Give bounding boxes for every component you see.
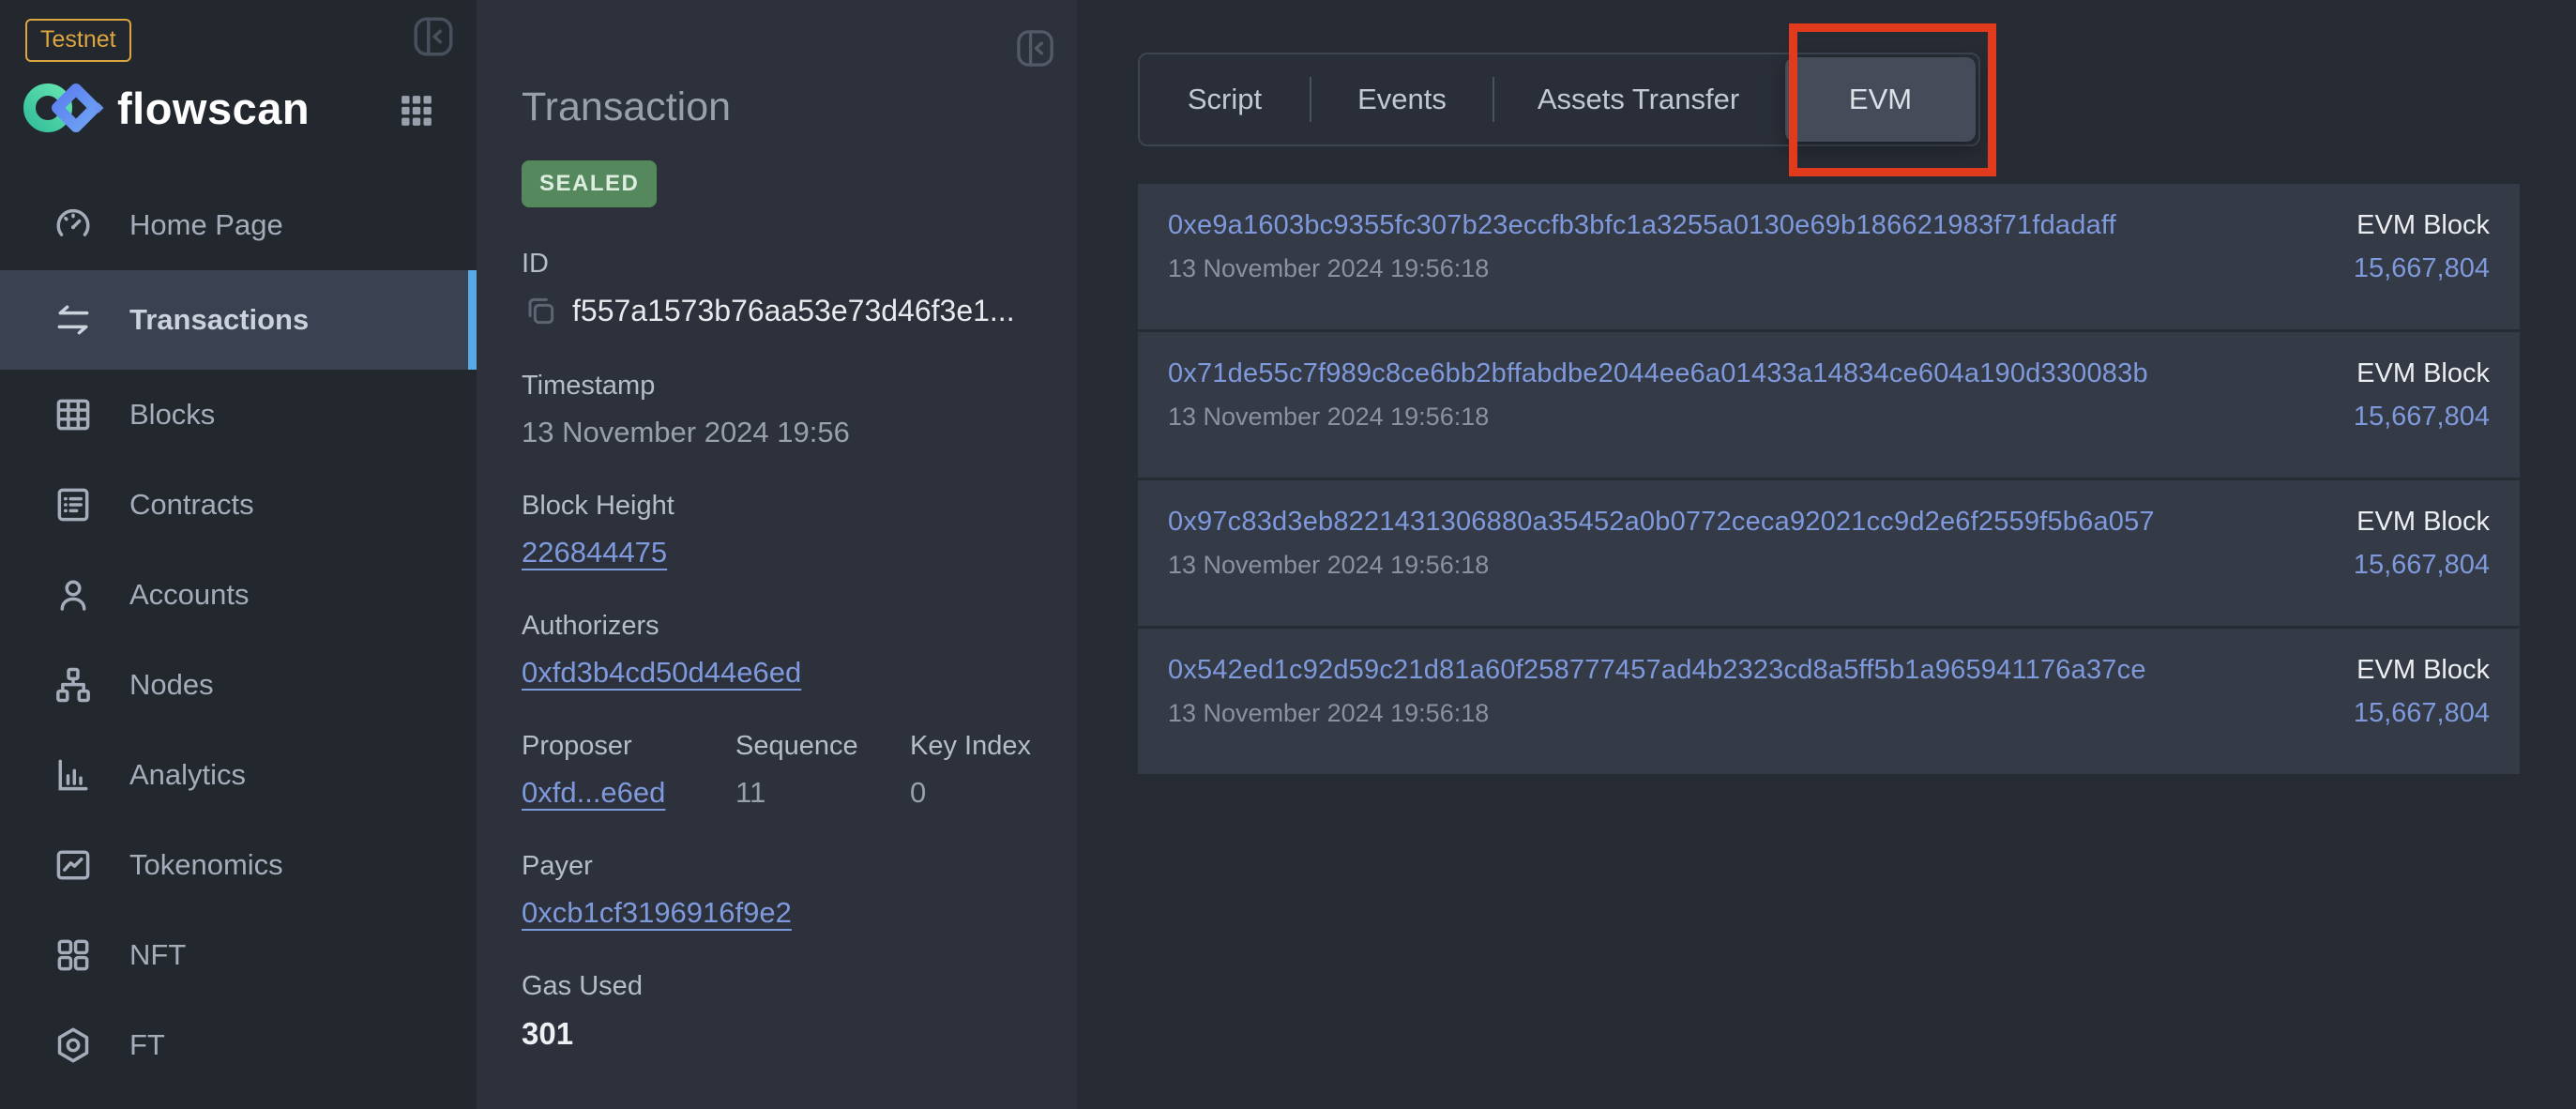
four-squares-icon bbox=[53, 934, 94, 976]
field-block-height: Block Height 226844475 bbox=[522, 491, 1032, 570]
proposer-address-link[interactable]: 0xfd...e6ed bbox=[522, 776, 665, 809]
transaction-id-value: f557a1573b76aa53e73d46f3e1... bbox=[572, 294, 1015, 328]
bar-chart-icon bbox=[53, 754, 94, 796]
evm-block-label: EVM Block bbox=[2354, 357, 2490, 390]
authorizer-address-link[interactable]: 0xfd3b4cd50d44e6ed bbox=[522, 656, 801, 689]
timestamp-label: Timestamp bbox=[522, 371, 1032, 401]
field-id: ID f557a1573b76aa53e73d46f3e1... bbox=[522, 249, 1032, 329]
tab-script[interactable]: Script bbox=[1140, 54, 1310, 144]
evm-block-number-link[interactable]: 15,667,804 bbox=[2354, 402, 2490, 432]
field-timestamp: Timestamp 13 November 2024 19:56 bbox=[522, 371, 1032, 449]
evm-transaction-row[interactable]: 0xe9a1603bc9355fc307b23eccfb3bfc1a3255a0… bbox=[1138, 184, 2520, 332]
person-icon bbox=[53, 574, 94, 615]
main-content: Script Events Assets Transfer EVM 0xe9a1… bbox=[1077, 0, 2576, 1109]
key-index-label: Key Index bbox=[910, 731, 1031, 761]
evm-tx-hash-link[interactable]: 0x71de55c7f989c8ce6bb2bffabdbe2044ee6a01… bbox=[1168, 358, 2148, 388]
evm-transaction-list: 0xe9a1603bc9355fc307b23eccfb3bfc1a3255a0… bbox=[1138, 184, 2520, 777]
timestamp-value: 13 November 2024 19:56 bbox=[522, 416, 1032, 449]
evm-transaction-row[interactable]: 0x71de55c7f989c8ce6bb2bffabdbe2044ee6a01… bbox=[1138, 332, 2520, 480]
sidebar: Testnet bbox=[0, 0, 477, 1109]
status-badge: SEALED bbox=[522, 160, 657, 207]
evm-tx-hash-link[interactable]: 0x97c83d3eb8221431306880a35452a0b0772cec… bbox=[1168, 507, 2155, 537]
evm-transaction-row[interactable]: 0x542ed1c92d59c21d81a60f258777457ad4b232… bbox=[1138, 629, 2520, 777]
sidebar-item-label: Transactions bbox=[129, 303, 309, 337]
sidebar-item-label: Nodes bbox=[129, 668, 214, 702]
sidebar-item-blocks[interactable]: Blocks bbox=[0, 370, 477, 460]
sidebar-item-nft[interactable]: NFT bbox=[0, 910, 477, 1000]
table-grid-icon bbox=[53, 394, 94, 435]
sidebar-item-label: Tokenomics bbox=[129, 848, 283, 882]
sidebar-item-label: Blocks bbox=[129, 398, 215, 432]
sequence-value: 11 bbox=[735, 776, 910, 810]
sidebar-item-home-page[interactable]: Home Page bbox=[0, 180, 477, 270]
collapse-panel-icon bbox=[410, 13, 457, 60]
cube-icon bbox=[53, 1025, 94, 1066]
evm-block-label: EVM Block bbox=[2354, 208, 2490, 242]
brand[interactable]: flowscan bbox=[23, 77, 310, 139]
field-payer: Payer 0xcb1cf3196916f9e2 bbox=[522, 851, 1032, 930]
evm-block-label: EVM Block bbox=[2354, 505, 2490, 539]
sidebar-collapse-button[interactable] bbox=[410, 13, 457, 60]
panel-collapse-button[interactable] bbox=[1013, 26, 1057, 70]
evm-block-number-link[interactable]: 15,667,804 bbox=[2354, 698, 2490, 728]
authorizers-label: Authorizers bbox=[522, 611, 1032, 641]
gas-used-value: 301 bbox=[522, 1016, 1032, 1052]
sidebar-menu: Home Page Transactions bbox=[0, 180, 477, 1090]
sidebar-item-label: Contracts bbox=[129, 488, 254, 522]
evm-tx-timestamp: 13 November 2024 19:56:18 bbox=[1168, 698, 2490, 728]
evm-tx-hash-link[interactable]: 0x542ed1c92d59c21d81a60f258777457ad4b232… bbox=[1168, 655, 2146, 685]
tab-evm[interactable]: EVM bbox=[1785, 57, 1976, 142]
evm-tx-timestamp: 13 November 2024 19:56:18 bbox=[1168, 402, 2490, 432]
document-list-icon bbox=[53, 484, 94, 525]
sidebar-item-ft[interactable]: FT bbox=[0, 1000, 477, 1090]
copy-icon[interactable] bbox=[522, 292, 559, 329]
block-height-label: Block Height bbox=[522, 491, 1032, 521]
network-badge: Testnet bbox=[25, 19, 131, 62]
evm-block-number-link[interactable]: 15,667,804 bbox=[2354, 550, 2490, 580]
gas-used-label: Gas Used bbox=[522, 971, 1032, 1001]
proposer-label: Proposer bbox=[522, 731, 735, 761]
tab-bar: Script Events Assets Transfer EVM bbox=[1138, 53, 1980, 146]
field-gas-used: Gas Used 301 bbox=[522, 971, 1032, 1052]
app-root: Testnet bbox=[0, 0, 2576, 1109]
sidebar-item-nodes[interactable]: Nodes bbox=[0, 640, 477, 730]
brand-name: flowscan bbox=[117, 83, 310, 134]
block-height-link[interactable]: 226844475 bbox=[522, 536, 667, 569]
evm-tx-hash-link[interactable]: 0xe9a1603bc9355fc307b23eccfb3bfc1a3255a0… bbox=[1168, 210, 2116, 240]
sidebar-item-accounts[interactable]: Accounts bbox=[0, 550, 477, 640]
sidebar-item-tokenomics[interactable]: Tokenomics bbox=[0, 820, 477, 910]
id-label: ID bbox=[522, 249, 1032, 279]
apps-grid-icon[interactable] bbox=[398, 92, 435, 129]
transaction-detail-panel: Transaction SEALED ID f557a1573b76aa53e7… bbox=[477, 0, 1077, 1109]
payer-label: Payer bbox=[522, 851, 1032, 881]
page-title: Transaction bbox=[522, 0, 1032, 130]
proposer-group: Proposer 0xfd...e6ed Sequence 11 Key Ind… bbox=[522, 731, 1032, 810]
sidebar-item-analytics[interactable]: Analytics bbox=[0, 730, 477, 820]
sidebar-item-label: Home Page bbox=[129, 208, 283, 242]
gauge-icon bbox=[53, 205, 94, 246]
collapse-panel-icon bbox=[1013, 26, 1057, 70]
key-index-value: 0 bbox=[910, 776, 1031, 810]
sidebar-item-label: Accounts bbox=[129, 578, 250, 612]
sidebar-item-contracts[interactable]: Contracts bbox=[0, 460, 477, 550]
sidebar-item-label: FT bbox=[129, 1028, 165, 1062]
line-chart-icon bbox=[53, 844, 94, 886]
evm-tx-timestamp: 13 November 2024 19:56:18 bbox=[1168, 550, 2490, 580]
sidebar-item-transactions[interactable]: Transactions bbox=[0, 270, 477, 370]
sidebar-item-label: Analytics bbox=[129, 758, 246, 792]
transfer-arrows-icon bbox=[53, 299, 94, 341]
flowscan-logo-icon bbox=[23, 79, 106, 137]
evm-block-label: EVM Block bbox=[2354, 653, 2490, 687]
sequence-label: Sequence bbox=[735, 731, 910, 761]
field-authorizers: Authorizers 0xfd3b4cd50d44e6ed bbox=[522, 611, 1032, 690]
evm-transaction-row[interactable]: 0x97c83d3eb8221431306880a35452a0b0772cec… bbox=[1138, 480, 2520, 629]
hierarchy-icon bbox=[53, 664, 94, 706]
tab-assets-transfer[interactable]: Assets Transfer bbox=[1494, 54, 1782, 144]
evm-block-number-link[interactable]: 15,667,804 bbox=[2354, 253, 2490, 283]
sidebar-item-label: NFT bbox=[129, 938, 186, 972]
tab-events[interactable]: Events bbox=[1311, 54, 1493, 144]
payer-address-link[interactable]: 0xcb1cf3196916f9e2 bbox=[522, 896, 792, 929]
evm-tx-timestamp: 13 November 2024 19:56:18 bbox=[1168, 253, 2490, 283]
